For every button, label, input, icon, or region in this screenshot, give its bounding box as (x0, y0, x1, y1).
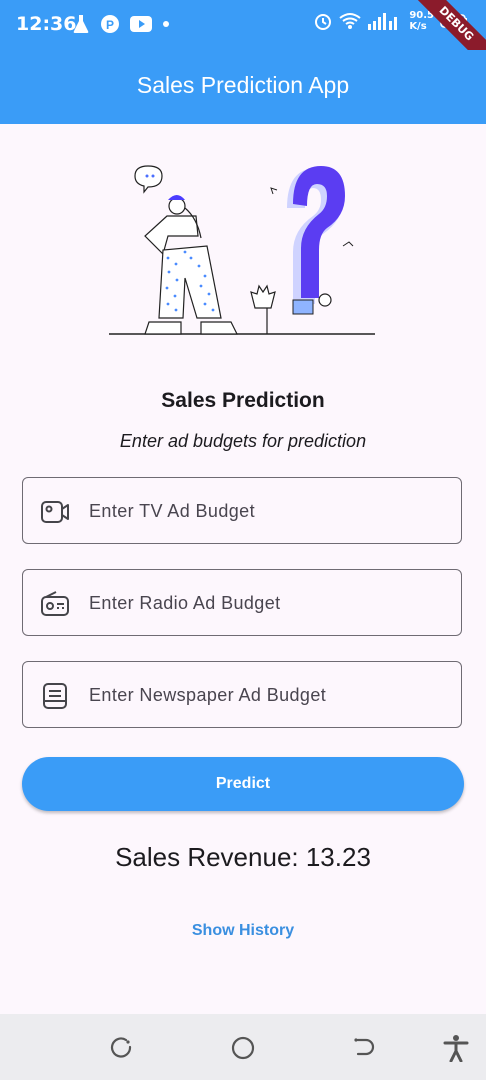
page-heading: Sales Prediction (161, 389, 325, 412)
back-icon[interactable] (350, 1034, 378, 1062)
newspaper-budget-field[interactable] (22, 661, 462, 728)
flask-icon (73, 15, 89, 33)
svg-text:P: P (106, 18, 114, 32)
wifi-icon (339, 13, 361, 29)
radio-budget-field[interactable] (22, 569, 462, 636)
status-notification-icons: P (72, 14, 170, 34)
alarm-icon (315, 14, 332, 30)
question-illustration (109, 165, 375, 335)
home-icon[interactable] (229, 1034, 257, 1062)
radio-icon (41, 591, 69, 616)
p-icon: P (101, 15, 119, 33)
radio-budget-input[interactable] (87, 570, 451, 636)
app-title: Sales Prediction App (136, 72, 350, 98)
signal-icon (368, 13, 398, 30)
predict-button[interactable]: Predict (22, 757, 464, 811)
tv-budget-input[interactable] (87, 478, 451, 544)
status-time: 12:36 (16, 13, 77, 35)
recents-icon[interactable] (108, 1034, 136, 1062)
youtube-icon (130, 16, 152, 32)
tv-budget-field[interactable] (22, 477, 462, 544)
newspaper-budget-input[interactable] (87, 662, 451, 728)
app-bar: Sales Prediction App (0, 50, 486, 124)
videocam-icon (41, 501, 69, 523)
accessibility-icon[interactable] (442, 1034, 470, 1062)
newspaper-icon (43, 683, 67, 709)
sales-revenue-result: Sales Revenue: 13.23 (115, 842, 371, 872)
status-bar: 12:36 P 90.5 K/s DEBUG (0, 0, 486, 74)
system-nav-bar (0, 1014, 486, 1080)
dot-icon (163, 21, 169, 27)
page-subheading: Enter ad budgets for prediction (119, 431, 367, 451)
show-history-button[interactable]: Show History (0, 922, 486, 940)
